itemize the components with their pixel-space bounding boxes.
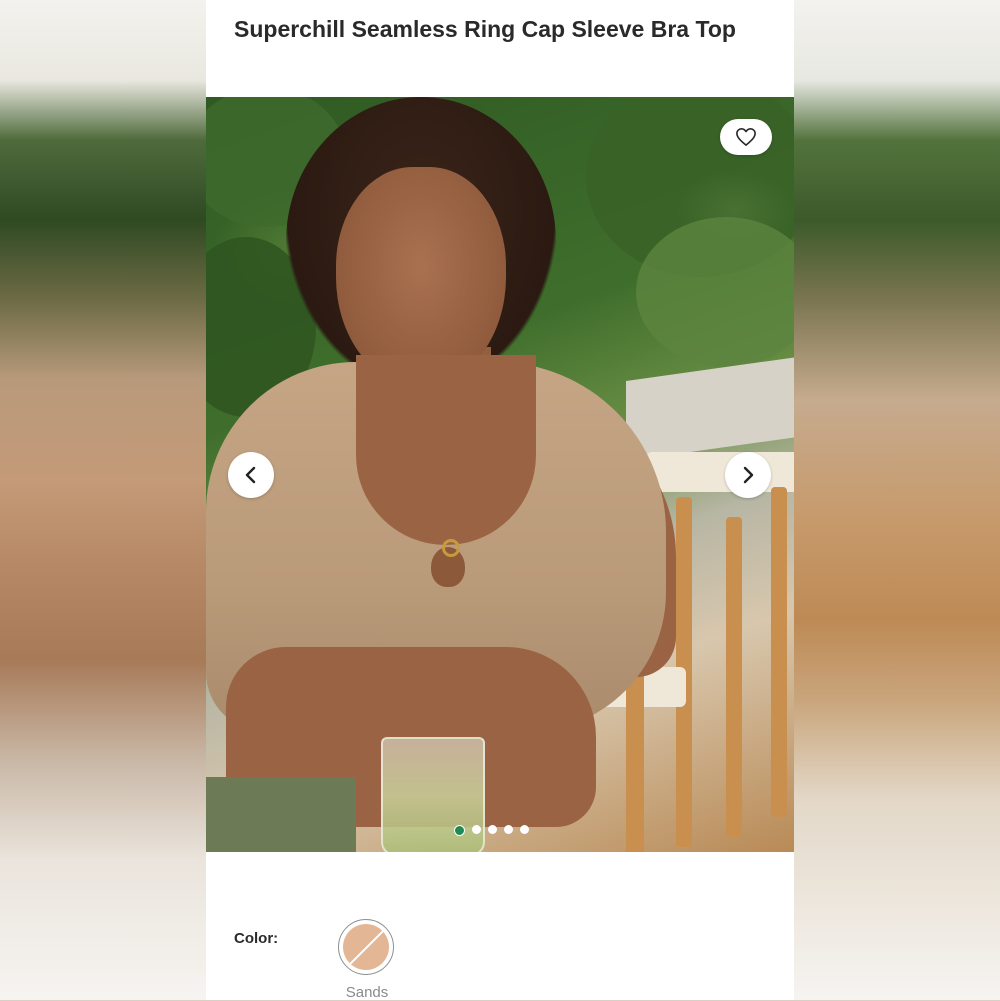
model-pants: [206, 777, 356, 852]
product-title: Superchill Seamless Ring Cap Sleeve Bra …: [234, 16, 736, 42]
color-label: Color:: [234, 930, 279, 947]
heart-icon: [736, 128, 756, 146]
carousel-dot[interactable]: [472, 825, 481, 834]
carousel-dots: [454, 825, 529, 836]
carousel-dot[interactable]: [504, 825, 513, 834]
carousel-dot[interactable]: [520, 825, 529, 834]
next-image-button[interactable]: [725, 452, 771, 498]
neckline: [356, 355, 536, 545]
product-panel: Superchill Seamless Ring Cap Sleeve Bra …: [206, 0, 794, 1001]
unavailable-slash: [346, 926, 388, 968]
stone-ledge: [626, 352, 794, 462]
stool-leg: [771, 487, 787, 817]
swatch-fill: [343, 924, 389, 970]
foliage: [636, 217, 794, 367]
chevron-right-icon: [743, 466, 754, 484]
blurred-backdrop-left: [0, 0, 206, 1000]
favorite-button[interactable]: [720, 119, 772, 155]
color-swatch-sands[interactable]: [338, 919, 394, 975]
stool-leg: [726, 517, 742, 837]
previous-image-button[interactable]: [228, 452, 274, 498]
model-face: [336, 167, 506, 387]
carousel-dot[interactable]: [454, 825, 465, 836]
stool-seat: [646, 452, 794, 492]
blurred-backdrop-right: [794, 0, 1000, 1000]
product-image[interactable]: [206, 97, 794, 852]
color-swatch-name: Sands: [345, 984, 389, 1001]
ring-detail: [442, 539, 460, 557]
chevron-left-icon: [245, 466, 256, 484]
carousel-dot[interactable]: [488, 825, 497, 834]
